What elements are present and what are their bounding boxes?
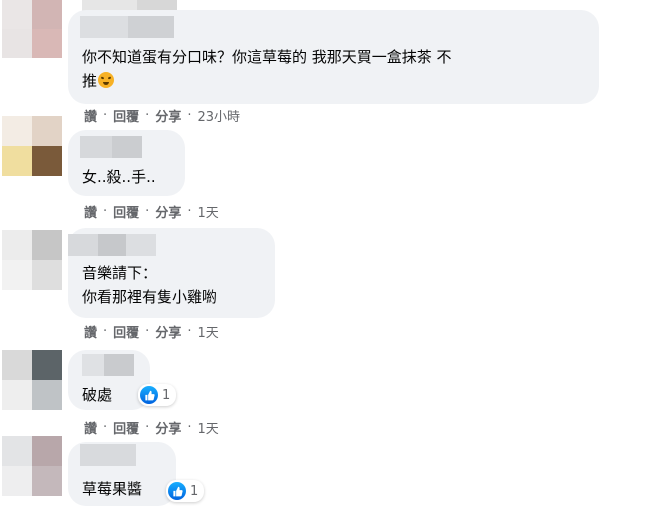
blurred-author-name[interactable] [80, 136, 142, 158]
timestamp-link[interactable]: 23小時 [197, 106, 240, 125]
blurred-author-name[interactable] [80, 444, 136, 466]
avatar[interactable] [2, 230, 62, 290]
comment-bubble: 破處 [68, 350, 150, 410]
reply-link[interactable]: 回覆 [113, 106, 139, 125]
avatar[interactable] [2, 0, 62, 58]
comment-text: 音樂請下： [82, 264, 158, 282]
reaction-count-value: 1 [190, 483, 199, 499]
like-link[interactable]: 讚 [84, 106, 97, 125]
avatar[interactable] [2, 116, 62, 176]
separator: · [187, 204, 192, 219]
separator: · [187, 420, 192, 435]
comment-actions: 讚 · 回覆 · 分享 · 1天 [84, 418, 219, 437]
separator: · [187, 324, 192, 339]
separator: · [103, 420, 108, 435]
separator: · [103, 324, 108, 339]
comment-bubble: 女..殺..手.. [68, 130, 185, 196]
reaction-count[interactable]: 1 [138, 384, 177, 406]
comment-text: 女..殺..手.. [82, 168, 156, 186]
thumbs-up-icon [140, 386, 158, 404]
separator: · [103, 204, 108, 219]
comment-text: 破處 [82, 386, 113, 404]
comment-text-line: 推 [82, 72, 98, 90]
comment-text: 你看那裡有隻小雞喲 [82, 288, 218, 306]
separator: · [145, 204, 150, 219]
blurred-author-name[interactable] [68, 234, 156, 256]
separator: · [145, 108, 150, 123]
timestamp-link[interactable]: 1天 [197, 322, 218, 341]
blurred-author-name[interactable] [82, 354, 134, 376]
comment-actions: 讚 · 回覆 · 分享 · 1天 [84, 322, 219, 341]
blurred-author-name[interactable] [80, 16, 174, 38]
share-link[interactable]: 分享 [155, 106, 181, 125]
separator: · [103, 108, 108, 123]
comment-text: 推 [82, 70, 115, 92]
like-link[interactable]: 讚 [84, 418, 97, 437]
reply-link[interactable]: 回覆 [113, 322, 139, 341]
comment-bubble: 草莓果醬 [68, 442, 176, 506]
reply-link[interactable]: 回覆 [113, 418, 139, 437]
separator: · [145, 420, 150, 435]
timestamp-link[interactable]: 1天 [197, 418, 218, 437]
comment-bubble: 音樂請下： 你看那裡有隻小雞喲 [68, 228, 275, 318]
comment-text: 你不知道蛋有分口味？你這草莓的 我那天買一盒抹茶 不 [82, 48, 452, 66]
like-link[interactable]: 讚 [84, 202, 97, 221]
reaction-count-value: 1 [162, 387, 171, 403]
comment-text: 草莓果醬 [82, 480, 143, 498]
like-link[interactable]: 讚 [84, 322, 97, 341]
share-link[interactable]: 分享 [155, 202, 181, 221]
comment-bubble: 你不知道蛋有分口味？你這草莓的 我那天買一盒抹茶 不 推 [68, 10, 599, 104]
avatar[interactable] [2, 436, 62, 496]
comment-actions: 讚 · 回覆 · 分享 · 1天 [84, 202, 219, 221]
share-link[interactable]: 分享 [155, 322, 181, 341]
separator: · [187, 108, 192, 123]
thumbs-up-icon [168, 482, 186, 500]
reaction-count[interactable]: 1 [166, 480, 205, 502]
comment-actions: 讚 · 回覆 · 分享 · 23小時 [84, 106, 240, 125]
weary-face-emoji-icon [98, 72, 115, 88]
reply-link[interactable]: 回覆 [113, 202, 139, 221]
timestamp-link[interactable]: 1天 [197, 202, 218, 221]
avatar[interactable] [2, 350, 62, 410]
separator: · [145, 324, 150, 339]
share-link[interactable]: 分享 [155, 418, 181, 437]
